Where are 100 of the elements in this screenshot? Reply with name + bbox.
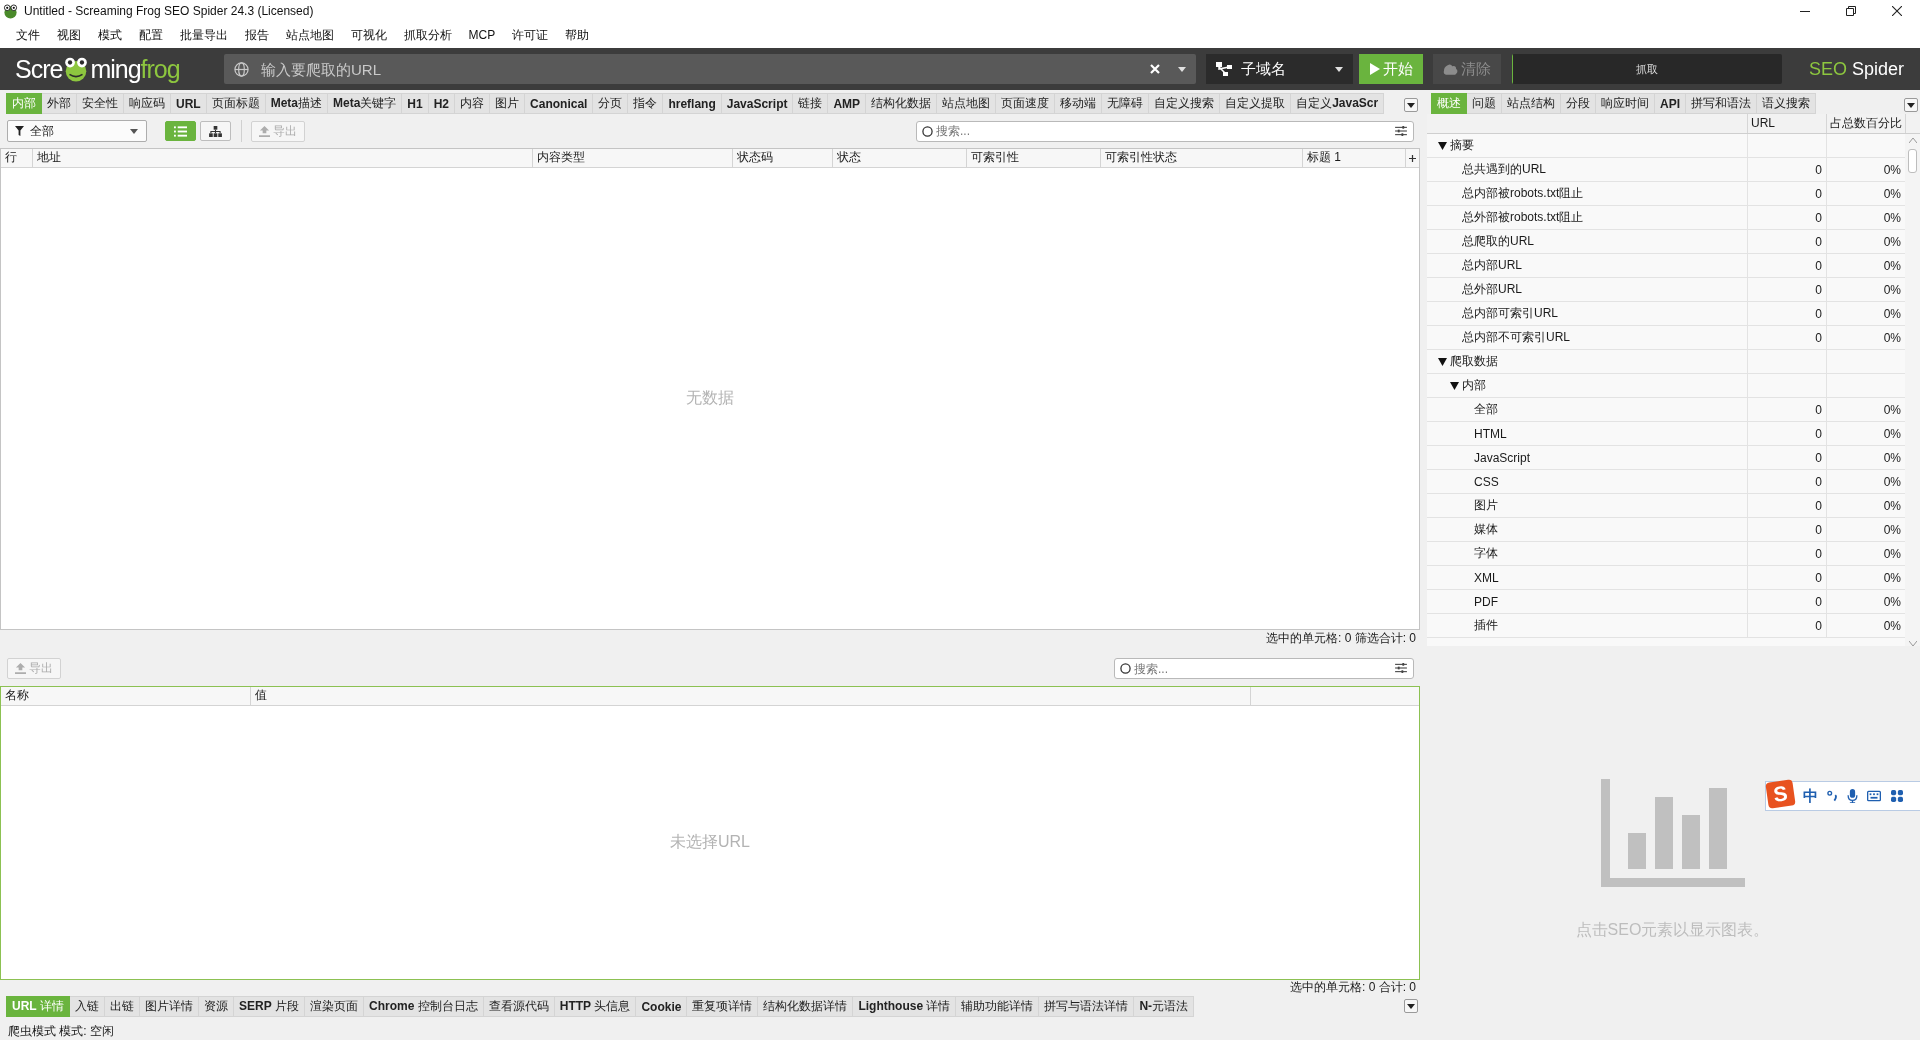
- tab[interactable]: 移动端: [1054, 93, 1103, 114]
- column-header[interactable]: 地址: [37, 150, 61, 164]
- menu-item[interactable]: 配置: [130, 26, 171, 44]
- clear-icon[interactable]: [1150, 64, 1160, 74]
- menu-item[interactable]: 批量导出: [171, 26, 236, 44]
- expand-icon[interactable]: [1438, 141, 1447, 150]
- tab[interactable]: 链接: [792, 93, 829, 114]
- tab[interactable]: 自定义搜索: [1148, 93, 1221, 114]
- tree-item[interactable]: XML: [1474, 570, 1499, 585]
- tab[interactable]: 自定义提取: [1219, 93, 1292, 114]
- tab[interactable]: URL: [170, 93, 207, 114]
- tab[interactable]: 资源: [198, 996, 234, 1017]
- tab[interactable]: 站点结构: [1501, 93, 1561, 114]
- tab[interactable]: Meta描述: [264, 93, 328, 114]
- column-header[interactable]: 名称: [5, 688, 29, 702]
- tab[interactable]: 辅助功能详情: [955, 996, 1040, 1017]
- tab[interactable]: 响应码: [123, 93, 171, 114]
- tab[interactable]: 结构化数据: [865, 93, 938, 114]
- tree-item[interactable]: PDF: [1474, 594, 1498, 609]
- column-header[interactable]: 标题 1: [1307, 150, 1341, 164]
- tab[interactable]: HTTP 头信息: [553, 996, 637, 1017]
- column-header[interactable]: 可索引性状态: [1105, 150, 1177, 164]
- tab[interactable]: 拼写与语法详情: [1038, 996, 1135, 1017]
- tree-item[interactable]: 爬取数据: [1450, 353, 1498, 370]
- column-header[interactable]: 值: [255, 688, 267, 702]
- tab[interactable]: Chrome 控制台日志: [363, 996, 484, 1017]
- column-header[interactable]: 内容类型: [537, 150, 585, 164]
- tab[interactable]: 语义搜索: [1756, 93, 1816, 114]
- tab[interactable]: 分页: [592, 93, 629, 114]
- tab[interactable]: 分段: [1560, 93, 1596, 114]
- search-field[interactable]: 搜索...: [1114, 658, 1414, 679]
- tab[interactable]: 自定义JavaScr: [1290, 93, 1385, 114]
- tree-item[interactable]: 插件: [1474, 617, 1498, 634]
- tree-item[interactable]: 总爬取的URL: [1462, 233, 1534, 250]
- grid-icon[interactable]: [1890, 790, 1904, 802]
- tree-item[interactable]: 总外部URL: [1462, 281, 1522, 298]
- microphone-icon[interactable]: [1847, 789, 1858, 803]
- menu-item[interactable]: 模式: [89, 26, 130, 44]
- tabs-menu-button[interactable]: [1404, 98, 1418, 112]
- tab[interactable]: 入链: [69, 996, 105, 1017]
- search-field[interactable]: 搜索...: [916, 120, 1414, 142]
- tab[interactable]: 渲染页面: [304, 996, 365, 1017]
- menu-item[interactable]: 报告: [236, 26, 277, 44]
- menu-item[interactable]: 站点地图: [277, 26, 342, 44]
- menu-item[interactable]: 帮助: [556, 26, 598, 44]
- tree-item[interactable]: 字体: [1474, 545, 1498, 562]
- tab[interactable]: Canonical: [524, 93, 594, 114]
- column-header[interactable]: 状态: [837, 150, 861, 164]
- tab[interactable]: Lighthouse 详情: [852, 996, 957, 1017]
- punctuation-icon[interactable]: [1827, 789, 1838, 803]
- keyboard-icon[interactable]: [1867, 790, 1881, 802]
- tab[interactable]: 查看源代码: [482, 996, 555, 1017]
- tab[interactable]: 结构化数据详情: [757, 996, 854, 1017]
- menu-item[interactable]: MCP: [460, 28, 504, 42]
- tree-item[interactable]: 全部: [1474, 401, 1498, 418]
- tree-item[interactable]: 总内部被robots.txt阻止: [1462, 185, 1584, 202]
- tree-item[interactable]: 内部: [1462, 377, 1486, 394]
- column-header[interactable]: 占总数百分比: [1830, 116, 1902, 130]
- sliders-icon[interactable]: [1395, 663, 1407, 673]
- tab[interactable]: 页面速度: [995, 93, 1056, 114]
- tree-item[interactable]: 总共遇到的URL: [1462, 161, 1546, 178]
- tab[interactable]: 页面标题: [205, 93, 266, 114]
- column-header[interactable]: 可索引性: [971, 150, 1019, 164]
- tree-item[interactable]: 摘要: [1450, 137, 1474, 154]
- tree-item[interactable]: 总内部不可索引URL: [1462, 329, 1570, 346]
- column-header[interactable]: 行: [5, 150, 17, 164]
- expand-icon[interactable]: [1438, 357, 1447, 366]
- scrollbar[interactable]: [1905, 134, 1920, 646]
- tree-item[interactable]: 媒体: [1474, 521, 1498, 538]
- mode-dropdown[interactable]: 子域名: [1206, 54, 1353, 84]
- column-header[interactable]: URL: [1751, 116, 1775, 130]
- filter-dropdown[interactable]: 全部: [7, 120, 147, 142]
- tab[interactable]: Cookie: [635, 996, 688, 1017]
- menu-item[interactable]: 许可证: [503, 26, 557, 44]
- url-field[interactable]: 输入要爬取的URL: [224, 54, 1196, 84]
- tab[interactable]: H1: [401, 93, 429, 114]
- tab[interactable]: API: [1654, 93, 1686, 114]
- tab[interactable]: 问题: [1466, 93, 1502, 114]
- tabs-menu-button[interactable]: [1404, 999, 1418, 1013]
- tab[interactable]: 内容: [454, 93, 491, 114]
- tabs-menu-button[interactable]: [1904, 98, 1918, 112]
- tab[interactable]: Meta关键字: [327, 93, 403, 114]
- tab[interactable]: 响应时间: [1595, 93, 1655, 114]
- tab[interactable]: AMP: [827, 93, 867, 114]
- scrollbar-thumb[interactable]: [1908, 149, 1917, 173]
- tab[interactable]: 图片详情: [139, 996, 199, 1017]
- tree-view-button[interactable]: [200, 121, 231, 141]
- tab[interactable]: 指令: [627, 93, 664, 114]
- tree-item[interactable]: JavaScript: [1474, 450, 1531, 465]
- tab[interactable]: 拼写和语法: [1685, 93, 1757, 114]
- expand-icon[interactable]: [1450, 381, 1459, 390]
- tab[interactable]: N-元语法: [1133, 996, 1195, 1017]
- tree-item[interactable]: CSS: [1474, 474, 1499, 489]
- tab[interactable]: 图片: [489, 93, 526, 114]
- column-header[interactable]: 状态码: [737, 150, 773, 164]
- tab[interactable]: H2: [427, 93, 456, 114]
- menu-item[interactable]: 可视化: [342, 26, 395, 44]
- menu-item[interactable]: 抓取分析: [395, 26, 460, 44]
- tree-item[interactable]: 图片: [1474, 497, 1498, 514]
- ime-mode-label[interactable]: 中: [1803, 786, 1818, 806]
